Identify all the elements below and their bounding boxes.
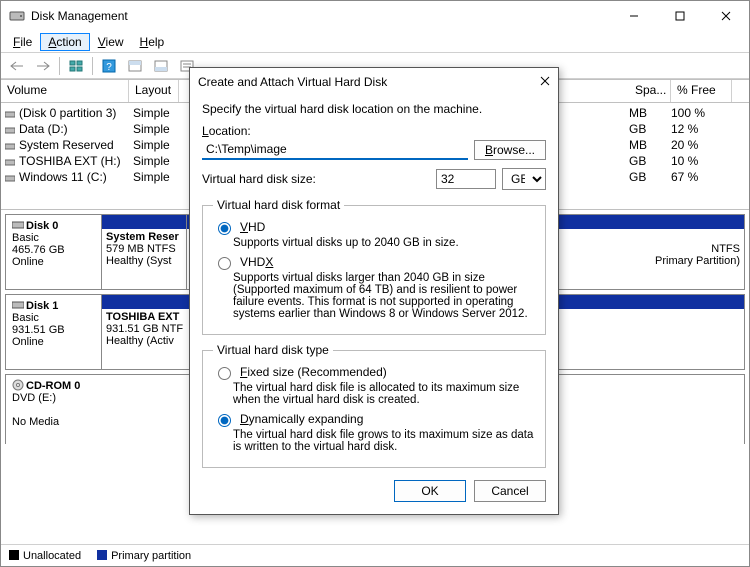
disk-icon	[12, 219, 24, 231]
menu-action[interactable]: Action	[40, 33, 89, 51]
size-input[interactable]	[436, 169, 496, 189]
menu-file[interactable]: File	[5, 33, 40, 51]
radio-fixed[interactable]	[218, 367, 231, 380]
maximize-button[interactable]	[657, 1, 703, 31]
window-title: Disk Management	[31, 9, 611, 23]
view-top-icon[interactable]	[123, 55, 147, 77]
radio-vhdx[interactable]	[218, 257, 231, 270]
legend: Unallocated Primary partition	[1, 544, 749, 566]
volume-icon	[5, 124, 15, 134]
menu-view[interactable]: View	[90, 33, 132, 51]
svg-text:?: ?	[106, 62, 112, 73]
cancel-button[interactable]: Cancel	[474, 480, 546, 502]
disk-icon	[12, 299, 24, 311]
col-spa[interactable]: Spa...	[629, 80, 671, 102]
col-free[interactable]: % Free	[671, 80, 731, 102]
partition[interactable]: System Reser579 MB NTFSHealthy (Syst	[102, 215, 186, 289]
minimize-button[interactable]	[611, 1, 657, 31]
disk-management-window: Disk Management File Action View Help ? …	[0, 0, 750, 567]
menubar: File Action View Help	[1, 31, 749, 53]
disk-header: Disk 0 Basic 465.76 GB Online	[6, 215, 102, 289]
forward-button[interactable]	[31, 55, 55, 77]
dialog-intro: Specify the virtual hard disk location o…	[202, 102, 546, 116]
help-icon[interactable]: ?	[97, 55, 121, 77]
dialog-title: Create and Attach Virtual Hard Disk	[198, 75, 540, 89]
ok-button[interactable]: OK	[394, 480, 466, 502]
titlebar: Disk Management	[1, 1, 749, 31]
legend-primary: Primary partition	[111, 550, 191, 562]
menu-help[interactable]: Help	[132, 33, 173, 51]
tiles-icon[interactable]	[64, 55, 88, 77]
type-legend: Virtual hard disk type	[213, 343, 333, 357]
volume-icon	[5, 156, 15, 166]
volume-icon	[5, 172, 15, 182]
type-group: Virtual hard disk type Fixed size (Recom…	[202, 343, 546, 468]
back-button[interactable]	[5, 55, 29, 77]
col-volume[interactable]: Volume	[1, 80, 129, 102]
dialog-close-icon[interactable]	[540, 75, 550, 89]
cdrom-icon	[12, 379, 24, 391]
location-input[interactable]	[202, 140, 468, 160]
format-group: Virtual hard disk format VHD Supports vi…	[202, 198, 546, 335]
close-button[interactable]	[703, 1, 749, 31]
disk-header: CD-ROM 0 DVD (E:) No Media	[6, 375, 102, 444]
view-bottom-icon[interactable]	[149, 55, 173, 77]
volume-icon	[5, 140, 15, 150]
size-unit-select[interactable]: GB	[502, 168, 546, 190]
create-vhd-dialog: Create and Attach Virtual Hard Disk Spec…	[189, 67, 559, 515]
radio-dynamic[interactable]	[218, 414, 231, 427]
legend-unallocated: Unallocated	[23, 550, 81, 562]
disk-header: Disk 1 Basic 931.51 GB Online	[6, 295, 102, 369]
app-icon	[9, 8, 25, 24]
col-layout[interactable]: Layout	[129, 80, 179, 102]
browse-button[interactable]: Browse...	[474, 140, 546, 160]
radio-vhd[interactable]	[218, 222, 231, 235]
volume-icon	[5, 108, 15, 118]
format-legend: Virtual hard disk format	[213, 198, 344, 212]
size-label: Virtual hard disk size:	[202, 172, 316, 186]
